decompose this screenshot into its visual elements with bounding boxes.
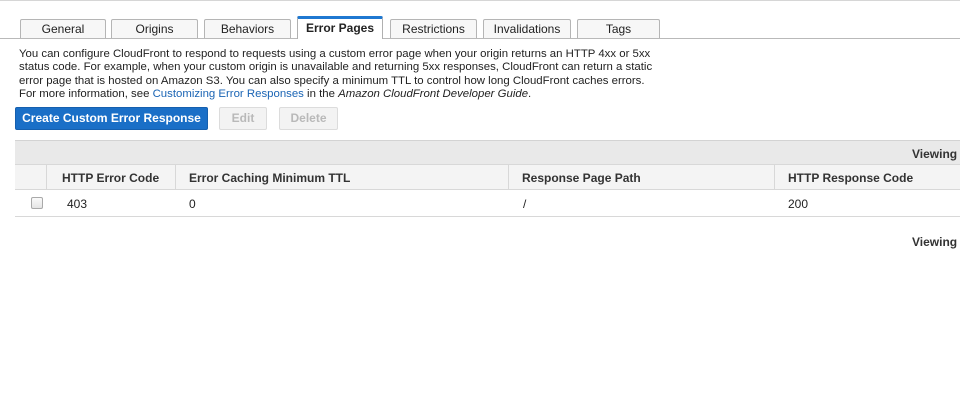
table-row[interactable]: 403 0 / 200 xyxy=(15,190,960,217)
edit-button[interactable]: Edit xyxy=(219,107,267,130)
description-mid: in the xyxy=(303,88,339,101)
viewing-count: Viewing 1 xyxy=(912,147,960,161)
delete-button[interactable]: Delete xyxy=(279,107,338,130)
table-toolbar: Viewing 1 xyxy=(15,140,960,164)
description-line-2: status code. For example, when your cust… xyxy=(19,61,653,74)
viewing-count-bottom: Viewing 1 xyxy=(912,235,960,249)
tab-behaviors[interactable]: Behaviors xyxy=(204,19,291,38)
cell-response-page-path: / xyxy=(523,197,527,211)
column-divider xyxy=(774,165,775,189)
top-divider xyxy=(0,0,960,1)
row-select-checkbox[interactable] xyxy=(31,197,43,209)
create-custom-error-response-button[interactable]: Create Custom Error Response xyxy=(15,107,208,130)
column-header-http-error-code[interactable]: HTTP Error Code xyxy=(62,171,159,185)
description-line-3: error page that is hosted on Amazon S3. … xyxy=(19,74,645,87)
tab-baseline xyxy=(0,38,960,39)
tab-origins[interactable]: Origins xyxy=(111,19,198,38)
description-prefix: For more information, see xyxy=(19,88,153,101)
description-line-1: You can configure CloudFront to respond … xyxy=(19,48,651,60)
tab-restrictions[interactable]: Restrictions xyxy=(390,19,477,38)
customizing-error-responses-link[interactable]: Customizing Error Responses xyxy=(153,88,304,100)
tab-general[interactable]: General xyxy=(20,19,106,38)
description-suffix: . xyxy=(528,88,532,101)
error-pages-description: You can configure CloudFront to respond … xyxy=(19,48,679,102)
cell-http-response-code: 200 xyxy=(788,197,809,211)
cell-error-caching-min-ttl: 0 xyxy=(189,197,196,211)
cell-http-error-code: 403 xyxy=(67,197,88,211)
developer-guide-title: Amazon CloudFront Developer Guide xyxy=(338,88,529,101)
column-divider xyxy=(46,165,47,189)
column-divider xyxy=(508,165,509,189)
tab-tags[interactable]: Tags xyxy=(577,19,660,38)
column-divider xyxy=(175,165,176,189)
tab-invalidations[interactable]: Invalidations xyxy=(483,19,571,38)
column-header-http-response-code[interactable]: HTTP Response Code xyxy=(788,171,913,185)
table-header: HTTP Error Code Error Caching Minimum TT… xyxy=(15,164,960,190)
description-line-4: For more information, see Customizing Er… xyxy=(19,88,679,101)
column-header-error-caching-min-ttl[interactable]: Error Caching Minimum TTL xyxy=(189,171,350,185)
column-header-response-page-path[interactable]: Response Page Path xyxy=(522,171,641,185)
tab-error-pages[interactable]: Error Pages xyxy=(297,16,383,39)
